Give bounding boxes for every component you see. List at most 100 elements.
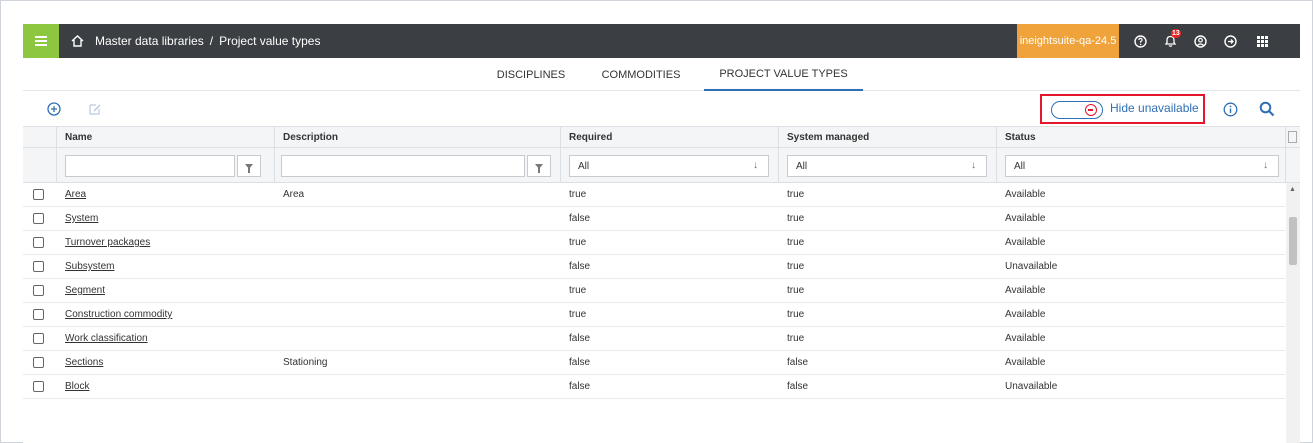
row-checkbox[interactable] — [33, 237, 44, 248]
breadcrumb: Master data libraries / Project value ty… — [95, 24, 320, 58]
description-cell: Stationing — [283, 357, 328, 368]
status-cell: Available — [1005, 309, 1046, 320]
app-window: Master data libraries / Project value ty… — [23, 24, 1300, 443]
table-row[interactable]: Sections Stationing false false Availabl… — [23, 351, 1285, 375]
info-icon[interactable] — [1220, 99, 1240, 119]
table-row[interactable]: Subsystem false true Unavailable — [23, 255, 1285, 279]
app-launcher-grid-icon[interactable] — [1247, 24, 1277, 58]
row-checkbox[interactable] — [33, 261, 44, 272]
row-checkbox[interactable] — [33, 309, 44, 320]
system-managed-cell: true — [787, 285, 805, 296]
description-cell — [275, 375, 283, 398]
row-checkbox[interactable] — [33, 285, 44, 296]
table-row[interactable]: Segment true true Available — [23, 279, 1285, 303]
toggle-off-icon — [1085, 104, 1097, 116]
breadcrumb-root[interactable]: Master data libraries — [95, 34, 204, 48]
breadcrumb-current: Project value types — [219, 34, 321, 48]
description-filter-button[interactable] — [527, 155, 551, 177]
filter-cell-name — [57, 148, 275, 182]
status-cell: Unavailable — [1005, 261, 1058, 272]
status-cell: Available — [1005, 189, 1046, 200]
row-checkbox[interactable] — [33, 381, 44, 392]
table-row[interactable]: Area Area true true Available — [23, 183, 1285, 207]
filter-cell-system-managed: All ↓ — [779, 148, 997, 182]
system-managed-cell: false — [787, 357, 809, 368]
required-cell: true — [569, 189, 587, 200]
tab-bar: DISCIPLINES COMMODITIES PROJECT VALUE TY… — [23, 58, 1300, 91]
table-row[interactable]: Turnover packages true true Available — [23, 231, 1285, 255]
search-icon[interactable] — [1257, 99, 1277, 119]
filter-funnel-icon — [245, 163, 253, 173]
row-checkbox[interactable] — [33, 357, 44, 368]
column-header-name[interactable]: Name — [57, 127, 275, 148]
home-icon[interactable] — [67, 24, 87, 58]
grid-vertical-scrollbar[interactable]: ▲ — [1286, 183, 1300, 443]
description-filter-input[interactable] — [281, 155, 525, 177]
name-cell[interactable]: Construction commodity — [57, 303, 172, 326]
required-filter-select[interactable]: All ↓ — [569, 155, 769, 177]
status-filter-select[interactable]: All ↓ — [1005, 155, 1279, 177]
name-cell[interactable]: Sections — [57, 351, 103, 374]
select-column-header — [23, 127, 57, 148]
table-row[interactable]: System false true Available — [23, 207, 1285, 231]
hamburger-menu-button[interactable] — [23, 24, 59, 58]
column-header-description[interactable]: Description — [275, 127, 561, 148]
filter-cell-required: All ↓ — [561, 148, 779, 182]
tab-project-value-types[interactable]: PROJECT VALUE TYPES — [704, 58, 863, 91]
help-icon[interactable] — [1125, 24, 1155, 58]
breadcrumb-separator: / — [209, 34, 214, 48]
row-checkbox[interactable] — [33, 189, 44, 200]
add-icon[interactable] — [44, 99, 64, 119]
name-cell[interactable]: Segment — [57, 279, 105, 302]
tab-disciplines[interactable]: DISCIPLINES — [491, 58, 571, 91]
required-cell: false — [569, 213, 591, 224]
row-checkbox[interactable] — [33, 213, 44, 224]
sign-out-icon[interactable] — [1215, 24, 1245, 58]
status-cell: Unavailable — [1005, 381, 1058, 392]
table-row[interactable]: Block false false Unavailable — [23, 375, 1285, 399]
name-cell[interactable]: System — [57, 207, 98, 230]
tab-commodities[interactable]: COMMODITIES — [599, 58, 683, 91]
table-row[interactable]: Construction commodity true true Availab… — [23, 303, 1285, 327]
row-checkbox[interactable] — [33, 333, 44, 344]
sort-arrow-icon: ↓ — [971, 160, 976, 171]
table-row[interactable]: Work classification false true Available — [23, 327, 1285, 351]
grid-filter-row: All ↓ All ↓ All ↓ — [23, 148, 1300, 183]
required-cell: true — [569, 285, 587, 296]
column-header-status[interactable]: Status — [997, 127, 1286, 148]
scroll-up-arrow-icon[interactable]: ▲ — [1289, 186, 1296, 193]
required-filter-value: All — [578, 160, 590, 172]
column-header-required[interactable]: Required — [561, 127, 779, 148]
description-cell — [275, 207, 283, 230]
name-cell[interactable]: Work classification — [57, 327, 148, 350]
column-header-system-managed[interactable]: System managed — [779, 127, 997, 148]
system-managed-cell: true — [787, 309, 805, 320]
required-cell: false — [569, 357, 591, 368]
name-cell[interactable]: Subsystem — [57, 255, 114, 278]
account-icon[interactable] — [1185, 24, 1215, 58]
name-cell[interactable]: Area — [57, 183, 86, 206]
description-cell — [275, 231, 283, 254]
column-chooser-icon[interactable] — [1288, 131, 1297, 143]
scrollbar-thumb[interactable] — [1289, 217, 1297, 265]
description-cell: Area — [283, 189, 305, 200]
status-cell: Available — [1005, 237, 1046, 248]
required-cell: false — [569, 333, 591, 344]
hide-unavailable-label[interactable]: Hide unavailable — [1110, 101, 1199, 115]
name-cell[interactable]: Turnover packages — [57, 231, 150, 254]
system-managed-cell: true — [787, 213, 805, 224]
data-grid: Name Description Required System managed… — [23, 126, 1300, 443]
system-managed-filter-select[interactable]: All ↓ — [787, 155, 987, 177]
edit-icon[interactable] — [85, 99, 105, 119]
hide-unavailable-highlight: Hide unavailable — [1040, 94, 1205, 124]
name-filter-input[interactable] — [65, 155, 235, 177]
status-cell: Available — [1005, 357, 1046, 368]
hide-unavailable-toggle[interactable] — [1051, 101, 1103, 119]
description-cell — [275, 279, 283, 302]
environment-label[interactable]: ineightsuite-qa-24.5 — [1017, 24, 1119, 58]
status-cell: Available — [1005, 285, 1046, 296]
name-filter-button[interactable] — [237, 155, 261, 177]
toolbar: Hide unavailable — [23, 92, 1300, 126]
name-cell[interactable]: Block — [57, 375, 89, 398]
notifications-bell-icon[interactable]: 13 — [1155, 24, 1185, 58]
